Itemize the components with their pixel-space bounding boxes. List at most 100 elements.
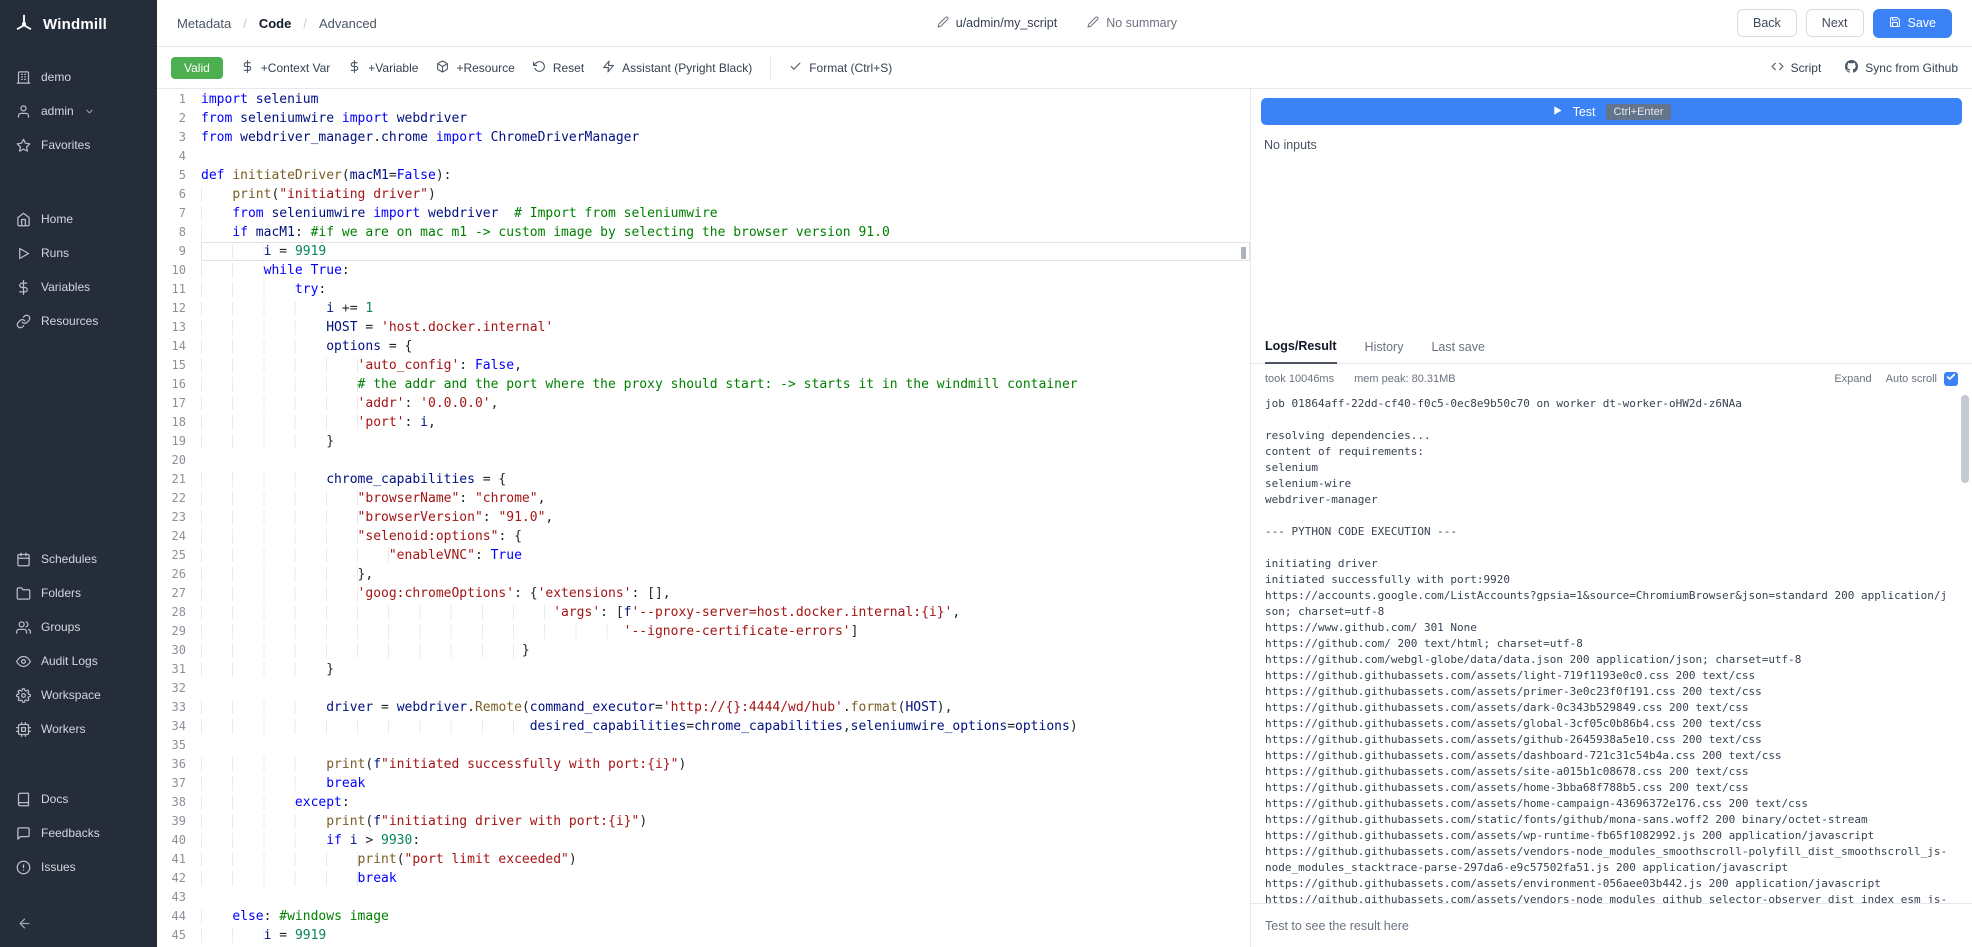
next-button[interactable]: Next — [1806, 9, 1864, 37]
sidebar-item-schedules[interactable]: Schedules — [0, 542, 157, 576]
line-number: 4 — [157, 147, 201, 166]
sidebar-item-issues[interactable]: Issues — [0, 850, 157, 884]
code-line: 17 'addr': '0.0.0.0', — [157, 394, 1250, 413]
toolbar-button-label: +Context Var — [261, 61, 330, 75]
line-number: 33 — [157, 698, 201, 717]
resource-button[interactable]: +Resource — [436, 60, 514, 76]
link-icon — [16, 314, 31, 329]
sidebar-item-variables[interactable]: Variables — [0, 270, 157, 304]
line-number: 16 — [157, 375, 201, 394]
tab-metadata[interactable]: Metadata — [177, 16, 231, 31]
toolbar-button-label: Script — [1791, 61, 1822, 75]
script-path-wrap: u/admin/my_script No summary — [377, 16, 1737, 31]
code-line: 9 i = 9919 — [157, 242, 1250, 261]
line-number: 22 — [157, 489, 201, 508]
sidebar-item-admin[interactable]: admin — [0, 94, 157, 128]
line-number: 24 — [157, 527, 201, 546]
reset-button[interactable]: Reset — [533, 60, 584, 76]
script-path[interactable]: u/admin/my_script — [937, 16, 1057, 31]
sidebar-item-resources[interactable]: Resources — [0, 304, 157, 338]
sidebar-item-label: Docs — [41, 792, 68, 806]
sidebar-item-workspace[interactable]: Workspace — [0, 678, 157, 712]
editor-toolbar: Valid +Context Var +Variable +Resource Rese… — [157, 47, 1972, 89]
content-row: 1import selenium2from seleniumwire impor… — [157, 89, 1972, 947]
sidebar-item-favorites[interactable]: Favorites — [0, 128, 157, 162]
code-line-text: from seleniumwire import webdriver # Imp… — [201, 204, 1250, 223]
line-number: 17 — [157, 394, 201, 413]
sidebar-item-folders[interactable]: Folders — [0, 576, 157, 610]
log-scrollbar-thumb[interactable] — [1961, 395, 1969, 483]
line-number: 35 — [157, 736, 201, 755]
chevron-down-icon — [84, 106, 95, 117]
code-line-text — [201, 147, 1250, 166]
tab-code[interactable]: Code — [259, 16, 292, 31]
line-number: 42 — [157, 869, 201, 888]
users-icon — [16, 620, 31, 635]
sidebar-item-label: Favorites — [41, 138, 90, 152]
sidebar-item-feedbacks[interactable]: Feedbacks — [0, 816, 157, 850]
format-ctrl-s-button[interactable]: Format (Ctrl+S) — [789, 60, 892, 76]
context-var-button[interactable]: +Context Var — [241, 60, 330, 76]
line-number: 38 — [157, 793, 201, 812]
line-number: 28 — [157, 603, 201, 622]
sidebar-item-label: Issues — [41, 860, 76, 874]
sidebar-item-label: Folders — [41, 586, 81, 600]
tab-logs-result[interactable]: Logs/Result — [1265, 339, 1337, 364]
sidebar-item-docs[interactable]: Docs — [0, 782, 157, 816]
autoscroll-checkbox[interactable] — [1944, 372, 1958, 386]
breadcrumb-separator: / — [243, 16, 247, 31]
check-icon — [789, 60, 802, 76]
toolbar-right-buttons: Script Sync from Github — [1771, 60, 1958, 76]
zap-icon — [602, 60, 615, 76]
line-number: 29 — [157, 622, 201, 641]
right-panel: Test Ctrl+Enter No inputs Logs/ResultHis… — [1251, 89, 1972, 947]
code-line: 6 print("initiating driver") — [157, 185, 1250, 204]
code-line-text: } — [201, 432, 1250, 451]
windmill-logo[interactable]: Windmill — [0, 0, 157, 48]
autoscroll-label: Auto scroll — [1886, 373, 1937, 385]
code-line-text: 'goog:chromeOptions': {'extensions': [], — [201, 584, 1250, 603]
sidebar-item-label: Workspace — [41, 688, 101, 702]
windmill-logo-text: Windmill — [43, 16, 107, 33]
code-line: 11 try: — [157, 280, 1250, 299]
line-number: 10 — [157, 261, 201, 280]
back-button[interactable]: Back — [1737, 9, 1797, 37]
test-button[interactable]: Test Ctrl+Enter — [1261, 98, 1962, 125]
toolbar-divider — [770, 57, 771, 79]
code-line: 40 if i > 9930: — [157, 831, 1250, 850]
expand-link[interactable]: Expand — [1834, 373, 1871, 385]
sidebar-item-home[interactable]: Home — [0, 202, 157, 236]
sidebar-item-demo[interactable]: demo — [0, 60, 157, 94]
script-summary[interactable]: No summary — [1087, 16, 1177, 31]
save-button[interactable]: Save — [1873, 9, 1953, 38]
line-number: 13 — [157, 318, 201, 337]
gear-icon — [16, 688, 31, 703]
sidebar-main-section: HomeRunsVariablesResources — [0, 202, 157, 338]
sidebar-item-workers[interactable]: Workers — [0, 712, 157, 746]
collapse-sidebar-button[interactable] — [10, 911, 38, 939]
sync-from-github-button[interactable]: Sync from Github — [1845, 60, 1958, 76]
line-number: 36 — [157, 755, 201, 774]
valid-badge: Valid — [171, 57, 223, 79]
sidebar-item-groups[interactable]: Groups — [0, 610, 157, 644]
building-icon — [16, 70, 31, 85]
variable-button[interactable]: +Variable — [348, 60, 418, 76]
sidebar-item-runs[interactable]: Runs — [0, 236, 157, 270]
script-path-text: u/admin/my_script — [956, 16, 1057, 30]
rotate-icon — [533, 60, 546, 76]
code-line-text: import selenium — [201, 90, 1250, 109]
script-button[interactable]: Script — [1771, 60, 1822, 76]
autoscroll-toggle[interactable]: Auto scroll — [1886, 372, 1958, 386]
code-line: 41 print("port limit exceeded") — [157, 850, 1250, 869]
code-line-text: from seleniumwire import webdriver — [201, 109, 1250, 128]
line-number: 5 — [157, 166, 201, 185]
code-editor[interactable]: 1import selenium2from seleniumwire impor… — [157, 89, 1251, 947]
log-scrollbar[interactable] — [1960, 393, 1970, 903]
code-line: 38 except: — [157, 793, 1250, 812]
tab-history[interactable]: History — [1365, 340, 1404, 363]
assistant-pyright-black-button[interactable]: Assistant (Pyright Black) — [602, 60, 752, 76]
tab-last-save[interactable]: Last save — [1431, 340, 1485, 363]
sidebar-item-audit-logs[interactable]: Audit Logs — [0, 644, 157, 678]
code-line: 21 chrome_capabilities = { — [157, 470, 1250, 489]
tab-advanced[interactable]: Advanced — [319, 16, 377, 31]
